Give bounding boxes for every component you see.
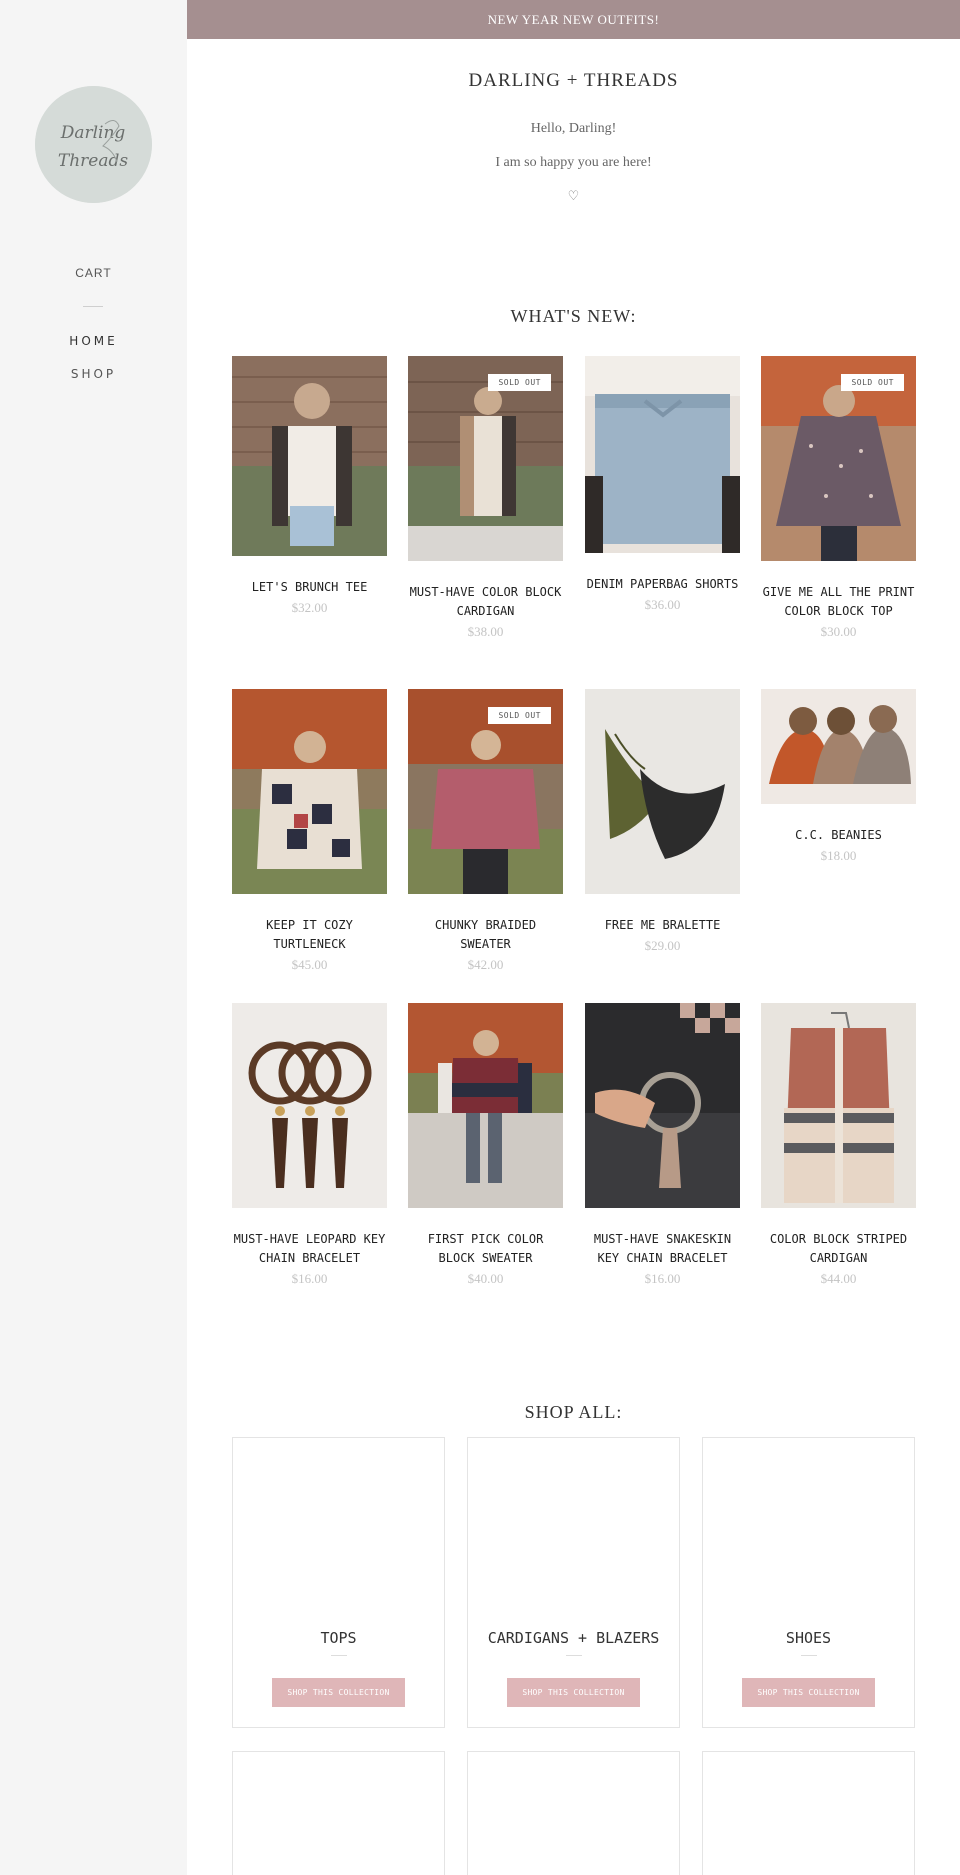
product-price: $30.00 (820, 624, 857, 639)
product-name[interactable]: MUST-HAVE COLOR BLOCK CARDIGAN (408, 583, 563, 621)
collection-divider (331, 1655, 347, 1656)
product-name[interactable]: C.C. BEANIES (761, 826, 916, 845)
nav-home[interactable]: HOME (0, 334, 187, 348)
product-image[interactable] (761, 689, 916, 804)
product-price: $45.00 (291, 957, 328, 972)
product-card[interactable]: MUST-HAVE SNAKESKIN KEY CHAIN BRACELET $… (585, 1003, 740, 1287)
brand-title[interactable]: DARLING + THREADS (187, 70, 960, 92)
product-name[interactable]: COLOR BLOCK STRIPED CARDIGAN (761, 1230, 916, 1268)
greeting-line-2: I am so happy you are here! (495, 155, 652, 170)
product-card[interactable]: SOLD OUT GIVE ME ALL THE PRINT COLOR BLO… (761, 356, 916, 640)
product-price: $38.00 (467, 624, 504, 639)
shop-collection-button[interactable]: SHOP THIS COLLECTION (742, 1678, 875, 1707)
product-image[interactable] (232, 689, 387, 894)
shop-collection-button[interactable]: SHOP THIS COLLECTION (272, 1678, 405, 1707)
product-card[interactable]: SOLD OUT CHUNKY BRAIDED SWEATER $42.00 (408, 689, 563, 973)
product-name[interactable]: CHUNKY BRAIDED SWEATER (408, 916, 563, 954)
product-card[interactable]: FREE ME BRALETTE $29.00 (585, 689, 740, 954)
product-image[interactable]: SOLD OUT (761, 356, 916, 561)
cart-link[interactable]: CART (0, 266, 187, 280)
product-image[interactable] (585, 1003, 740, 1208)
product-name[interactable]: MUST-HAVE SNAKESKIN KEY CHAIN BRACELET (585, 1230, 740, 1268)
collection-divider (801, 1655, 817, 1656)
product-price: $18.00 (820, 848, 857, 863)
product-price: $40.00 (467, 1271, 504, 1286)
heart-icon: ♡ (567, 189, 580, 204)
shop-all-title: SHOP ALL: (524, 1402, 623, 1422)
sold-out-badge: SOLD OUT (488, 374, 551, 391)
product-name[interactable]: KEEP IT COZY TURTLENECK (232, 916, 387, 954)
product-image[interactable] (408, 1003, 563, 1208)
collection-card[interactable]: SHOES SHOP THIS COLLECTION (702, 1437, 915, 1728)
logo-script-icon: Darling Threads (35, 86, 152, 203)
product-card[interactable]: LET'S BRUNCH TEE $32.00 (232, 356, 387, 616)
product-name[interactable]: FIRST PICK COLOR BLOCK SWEATER (408, 1230, 563, 1268)
shop-collection-button[interactable]: SHOP THIS COLLECTION (507, 1678, 640, 1707)
sold-out-badge: SOLD OUT (841, 374, 904, 391)
collection-card[interactable] (467, 1751, 680, 1875)
collection-card[interactable] (702, 1751, 915, 1875)
product-card[interactable]: FIRST PICK COLOR BLOCK SWEATER $40.00 (408, 1003, 563, 1287)
product-card[interactable]: C.C. BEANIES $18.00 (761, 689, 916, 864)
svg-text:Darling: Darling (60, 123, 126, 143)
collection-card[interactable]: TOPS SHOP THIS COLLECTION (232, 1437, 445, 1728)
product-price: $16.00 (644, 1271, 681, 1286)
product-image[interactable]: SOLD OUT (408, 689, 563, 894)
collection-title[interactable]: TOPS (233, 1629, 444, 1647)
brand-logo[interactable]: Darling Threads (35, 86, 152, 203)
product-price: $29.00 (644, 938, 681, 953)
collection-card[interactable] (232, 1751, 445, 1875)
product-name[interactable]: FREE ME BRALETTE (585, 916, 740, 935)
product-price: $44.00 (820, 1271, 857, 1286)
sidebar: Darling Threads CART HOME SHOP (0, 0, 187, 1875)
product-name[interactable]: LET'S BRUNCH TEE (232, 578, 387, 597)
product-image[interactable] (761, 1003, 916, 1208)
sold-out-badge: SOLD OUT (488, 707, 551, 724)
product-name[interactable]: MUST-HAVE LEOPARD KEY CHAIN BRACELET (232, 1230, 387, 1268)
product-card[interactable]: DENIM PAPERBAG SHORTS $36.00 (585, 356, 740, 613)
collection-title[interactable]: SHOES (703, 1629, 914, 1647)
whats-new-title: WHAT'S NEW: (510, 306, 637, 326)
announcement-bar[interactable]: NEW YEAR NEW OUTFITS! (187, 0, 960, 39)
product-card[interactable]: COLOR BLOCK STRIPED CARDIGAN $44.00 (761, 1003, 916, 1287)
product-price: $36.00 (644, 597, 681, 612)
product-price: $16.00 (291, 1271, 328, 1286)
product-image[interactable] (232, 356, 387, 556)
svg-text:Threads: Threads (58, 151, 128, 171)
product-name[interactable]: DENIM PAPERBAG SHORTS (585, 575, 740, 594)
product-name[interactable]: GIVE ME ALL THE PRINT COLOR BLOCK TOP (761, 583, 916, 621)
collection-card[interactable]: CARDIGANS + BLAZERS SHOP THIS COLLECTION (467, 1437, 680, 1728)
product-card[interactable]: MUST-HAVE LEOPARD KEY CHAIN BRACELET $16… (232, 1003, 387, 1287)
product-price: $42.00 (467, 957, 504, 972)
product-card[interactable]: SOLD OUT MUST-HAVE COLOR BLOCK CARDIGAN … (408, 356, 563, 640)
product-card[interactable]: KEEP IT COZY TURTLENECK $45.00 (232, 689, 387, 973)
product-price: $32.00 (291, 600, 328, 615)
greeting-line-1: Hello, Darling! (530, 121, 617, 136)
product-image[interactable] (232, 1003, 387, 1208)
product-image[interactable] (585, 689, 740, 894)
product-image[interactable] (585, 356, 740, 553)
product-image[interactable]: SOLD OUT (408, 356, 563, 561)
collection-divider (566, 1655, 582, 1656)
nav-shop[interactable]: SHOP (0, 367, 187, 381)
collection-title[interactable]: CARDIGANS + BLAZERS (468, 1629, 679, 1647)
sidebar-divider (83, 306, 103, 307)
